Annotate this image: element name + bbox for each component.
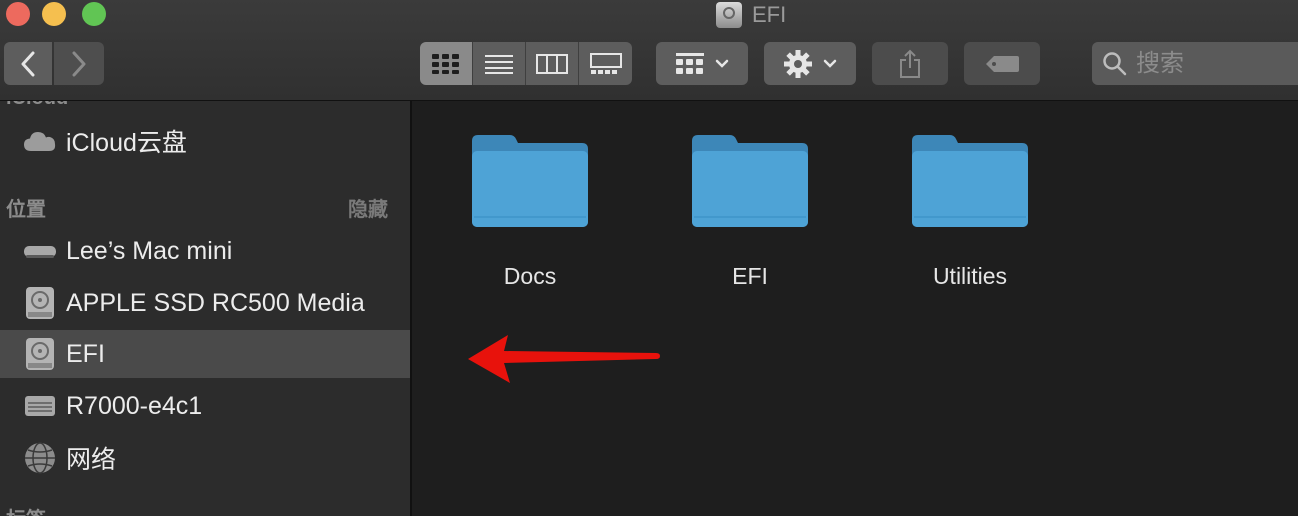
mac-mini-icon xyxy=(22,233,58,269)
chevron-down-icon xyxy=(823,59,837,68)
sidebar-item-label: 网络 xyxy=(66,446,117,474)
forward-button[interactable] xyxy=(54,42,104,85)
list-icon xyxy=(485,54,513,74)
columns-icon xyxy=(536,53,568,74)
sidebar-item-apple-ssd[interactable]: APPLE SSD RC500 Media xyxy=(0,279,410,327)
sidebar-item-label: iCloud云盘 xyxy=(66,129,187,157)
sidebar-item-icloud-drive[interactable]: iCloud云盘 xyxy=(0,117,410,165)
folder-name: EFI xyxy=(732,263,768,289)
cloud-icon xyxy=(22,123,58,159)
folder-icon xyxy=(912,135,1028,227)
tag-icon xyxy=(986,55,1019,72)
gallery-view-button[interactable] xyxy=(579,42,632,85)
chevron-right-icon xyxy=(72,51,86,76)
view-mode-selector xyxy=(420,42,632,85)
folder-utilities[interactable]: Utilities xyxy=(870,133,1070,290)
gear-icon xyxy=(784,49,812,78)
annotation-arrow xyxy=(468,335,660,383)
sidebar-item-efi[interactable]: EFI xyxy=(0,330,410,378)
sidebar: iCloud iCloud云盘 位置 隐藏 Lee’s Mac mini xyxy=(0,101,412,516)
folder-efi[interactable]: EFI xyxy=(650,133,850,290)
file-browser-content: Docs EFI Utilities xyxy=(412,101,1298,516)
list-view-button[interactable] xyxy=(473,42,526,85)
sidebar-section-locations-header: 位置 xyxy=(6,199,46,221)
sidebar-item-mac-mini[interactable]: Lee’s Mac mini xyxy=(0,227,410,275)
group-grid-icon xyxy=(676,52,704,74)
grid-icon xyxy=(432,53,459,74)
network-globe-icon xyxy=(22,440,58,476)
tag-button[interactable] xyxy=(964,42,1040,85)
sidebar-item-label: EFI xyxy=(66,339,105,368)
folder-name: Utilities xyxy=(932,263,1008,289)
sidebar-item-label: APPLE SSD RC500 Media xyxy=(66,288,365,317)
search-field[interactable] xyxy=(1092,42,1298,85)
folder-name: Docs xyxy=(503,263,557,289)
action-menu-button[interactable] xyxy=(764,42,856,85)
chevron-left-icon xyxy=(21,51,35,76)
close-window-button[interactable] xyxy=(6,2,30,26)
back-button[interactable] xyxy=(4,42,52,85)
gallery-icon xyxy=(589,52,622,74)
chevron-down-icon xyxy=(715,59,729,68)
sidebar-hide-button[interactable]: 隐藏 xyxy=(348,193,388,222)
maximize-window-button[interactable] xyxy=(82,2,106,26)
minimize-window-button[interactable] xyxy=(42,2,66,26)
server-icon xyxy=(22,388,58,424)
window-title: EFI xyxy=(716,0,786,30)
sidebar-section-icloud-header: iCloud xyxy=(6,101,68,110)
column-view-button[interactable] xyxy=(526,42,579,85)
sidebar-item-label: Lee’s Mac mini xyxy=(66,236,233,265)
toolbar: EFI xyxy=(0,0,1298,101)
folder-icon xyxy=(472,135,588,227)
icon-view-button[interactable] xyxy=(420,42,473,85)
share-button[interactable] xyxy=(872,42,948,85)
sidebar-item-network[interactable]: 网络 xyxy=(0,434,410,482)
folder-docs[interactable]: Docs xyxy=(430,133,630,290)
sidebar-section-tags-header: 标签 xyxy=(6,503,46,516)
search-icon xyxy=(1103,51,1127,75)
disk-icon xyxy=(716,2,742,28)
sidebar-item-label: R7000-e4c1 xyxy=(66,391,203,420)
disk-icon xyxy=(22,336,58,372)
disk-icon xyxy=(22,285,58,321)
search-input[interactable] xyxy=(1134,48,1298,79)
sidebar-item-r7000[interactable]: R7000-e4c1 xyxy=(0,382,410,430)
folder-icon xyxy=(692,135,808,227)
share-icon xyxy=(900,49,920,78)
group-by-button[interactable] xyxy=(656,42,748,85)
